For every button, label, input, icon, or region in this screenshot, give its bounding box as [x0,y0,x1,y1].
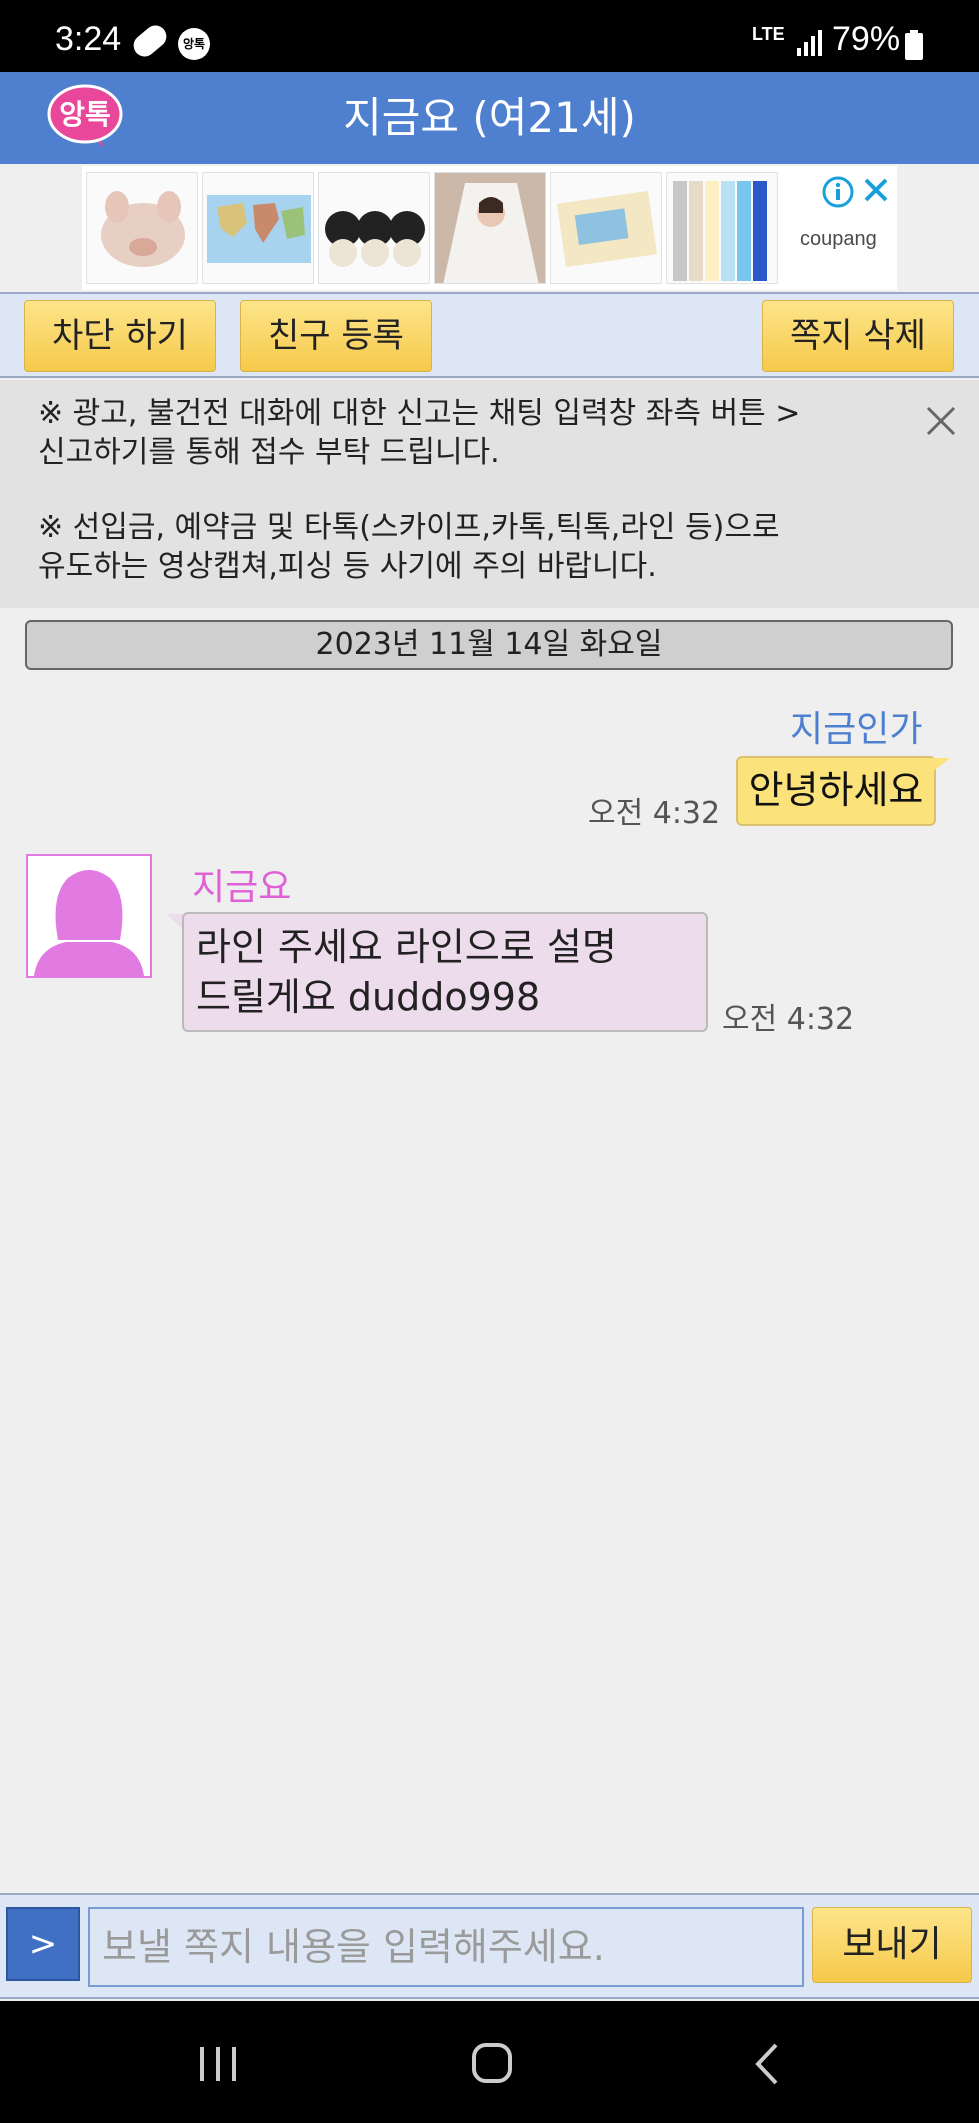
outgoing-message-time: 오전 4:32 [588,796,721,831]
avatar[interactable] [26,854,152,978]
incoming-message-line: 라인 주세요 라인으로 설명 [196,925,617,969]
home-icon[interactable] [462,2039,522,2089]
incoming-message-bubble[interactable]: 라인 주세요 라인으로 설명 드릴게요 duddo998 [182,912,708,1032]
ad-product-world-map[interactable] [202,172,314,284]
notice-line: 유도하는 영상캡쳐,피싱 등 사기에 주의 바랍니다. [38,549,657,584]
app-header: 지금요 (여21세) 앙톡 [0,72,979,164]
status-time: 3:24 [55,20,122,58]
ad-banner[interactable]: coupang [82,166,897,290]
menu-expand-button[interactable]: > [6,1907,80,1981]
send-button[interactable]: 보내기 [812,1907,972,1983]
date-divider: 2023년 11월 14일 화요일 [25,620,953,670]
status-bar: 3:24 앙톡 LTE 79% [0,0,979,72]
delete-message-button[interactable]: 쪽지 삭제 [762,300,954,372]
back-icon[interactable] [738,2039,798,2089]
incoming-sender-name: 지금요 [192,867,292,908]
chat-title: 지금요 (여21세) [343,93,636,142]
female-avatar-icon [34,870,144,976]
signal-icon [797,30,822,56]
pill-icon [129,21,171,61]
add-friend-button[interactable]: 친구 등록 [240,300,432,372]
notice-line: ※ 선입금, 예약금 및 타톡(스카이프,카톡,틱톡,라인 등)으로 [38,510,780,545]
close-icon[interactable] [922,402,960,440]
lte-icon: LTE [752,24,785,44]
ad-product-ribbon-rolls[interactable] [666,172,778,284]
svg-text:앙톡: 앙톡 [59,98,111,131]
ad-product-pig-figurine[interactable] [86,172,198,284]
notice-line: ※ 광고, 불건전 대화에 대한 신고는 채팅 입력창 좌측 버튼 > [38,396,801,431]
ad-product-bride-photo[interactable] [434,172,546,284]
bubble-tail [930,758,950,774]
toolbar: 차단 하기 친구 등록 쪽지 삭제 [0,292,979,378]
system-nav-bar [0,2001,979,2123]
outgoing-message-bubble[interactable]: 안녕하세요 [736,756,936,826]
info-icon[interactable] [822,176,854,208]
ad-product-craft-kit[interactable] [550,172,662,284]
notice-panel: ※ 광고, 불건전 대화에 대한 신고는 채팅 입력창 좌측 버튼 > 신고하기… [0,380,979,608]
ad-product-makeup-cushions[interactable] [318,172,430,284]
battery-icon [905,30,923,60]
incoming-message-time: 오전 4:32 [722,1002,855,1037]
battery-percent: 79% [832,20,901,58]
ad-brand: coupang [800,228,877,250]
app-notification-icon: 앙톡 [178,28,210,60]
incoming-message-line: 드릴게요 duddo998 [196,975,541,1019]
app-logo-icon[interactable]: 앙톡 [46,82,124,150]
notice-line: 신고하기를 통해 접수 부탁 드립니다. [38,435,500,470]
close-icon[interactable] [860,174,892,206]
message-input-bar: > 보내기 [0,1893,979,1999]
recent-apps-icon[interactable] [188,2039,248,2089]
block-button[interactable]: 차단 하기 [24,300,216,372]
outgoing-sender-name: 지금인가 [790,709,923,750]
message-input[interactable] [88,1907,804,1987]
